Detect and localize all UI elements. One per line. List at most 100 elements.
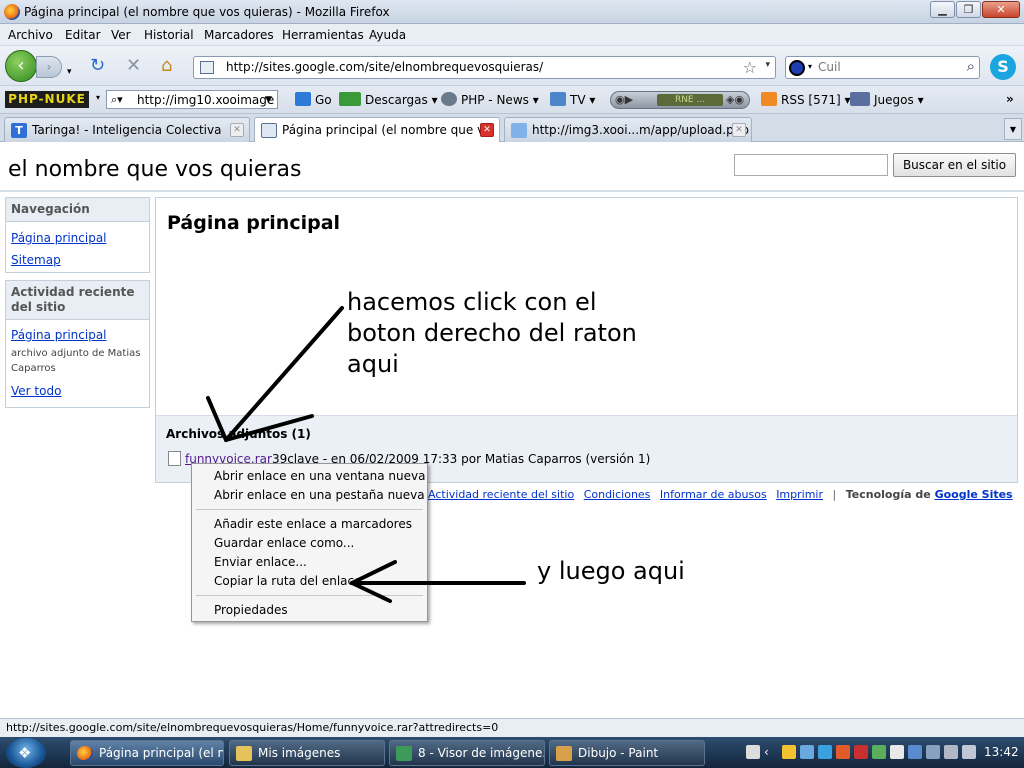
tab-pagina-principal[interactable]: Página principal (el nombre que v... ✕	[254, 117, 500, 143]
bookmark-descargas[interactable]: Descargas ▾	[339, 92, 438, 107]
annotation-line-1: hacemos click con el	[347, 288, 597, 316]
menu-marcadores[interactable]: Marcadores	[204, 28, 274, 42]
search-icon[interactable]: ⌕	[967, 57, 975, 75]
windows-logo-icon: ❖	[18, 744, 32, 762]
keyboard-icon[interactable]	[746, 745, 760, 759]
go-icon	[295, 92, 311, 106]
taskbar-clock[interactable]: 13:42	[984, 745, 1019, 759]
menu-herramientas[interactable]: Herramientas	[282, 28, 364, 42]
system-tray: ‹	[744, 740, 1024, 766]
site-search-input[interactable]	[734, 154, 888, 176]
search-input[interactable]	[818, 60, 958, 74]
engine-dropdown-icon[interactable]: ▾	[808, 62, 812, 71]
close-tab-icon[interactable]: ✕	[480, 123, 494, 137]
folder-icon	[236, 746, 252, 761]
toolbar-search-field[interactable]: ⌕▾ http://img10.xooimage ▼	[106, 90, 278, 109]
footer-link-activity[interactable]: Actividad reciente del sitio	[428, 488, 574, 501]
menu-separator	[196, 595, 423, 596]
url-dropdown-icon[interactable]: ▾	[765, 60, 770, 70]
tray-app-icon[interactable]	[926, 745, 940, 759]
menu-copy-link-location[interactable]: Copiar la ruta del enlace	[214, 574, 362, 588]
menu-ver[interactable]: Ver	[111, 28, 131, 42]
bookmark-php-news[interactable]: PHP - News ▾	[441, 92, 539, 107]
play-icon[interactable]: ◉▶	[615, 93, 633, 106]
reload-icon[interactable]: ↻	[90, 56, 105, 76]
phpnuke-logo[interactable]: PHP-NUKE	[5, 91, 89, 108]
toolbar-dropdown-icon[interactable]: ▾	[96, 93, 100, 102]
site-identity-icon[interactable]	[200, 61, 214, 74]
maximize-button[interactable]: ❐	[956, 1, 981, 18]
url-bar[interactable]: ☆ ▾	[193, 56, 776, 79]
footer-tech: Tecnología de Google Sites	[845, 488, 1013, 501]
menu-bookmark-link[interactable]: Añadir este enlace a marcadores	[214, 517, 412, 531]
taskbar-image-viewer[interactable]: 8 - Visor de imágene...	[389, 740, 545, 766]
menu-save-link[interactable]: Guardar enlace como...	[214, 536, 354, 550]
skype-icon[interactable]: S	[990, 54, 1016, 80]
annotation-second: y luego aqui	[537, 557, 685, 585]
close-tab-icon[interactable]: ✕	[230, 123, 244, 137]
stop-icon[interactable]: ✕	[126, 56, 141, 76]
tray-app-icon[interactable]	[872, 745, 886, 759]
activity-link[interactable]: Página principal	[6, 324, 149, 346]
window-titlebar: Página principal (el nombre que vos quie…	[0, 0, 1024, 24]
tray-app-icon[interactable]	[908, 745, 922, 759]
home-icon[interactable]: ⌂	[161, 56, 172, 76]
tab-list-button[interactable]: ▼	[1004, 118, 1022, 140]
skype-tray-icon[interactable]	[818, 745, 832, 759]
tray-app-icon[interactable]	[944, 745, 958, 759]
bookmarks-toolbar: PHP-NUKE ▾ ⌕▾ http://img10.xooimage ▼ Go…	[0, 86, 1024, 114]
taskbar-firefox[interactable]: Página principal (el n...	[70, 740, 224, 766]
close-tab-icon[interactable]: ✕	[732, 123, 746, 137]
url-input[interactable]	[226, 60, 726, 74]
menu-archivo[interactable]: Archivo	[8, 28, 53, 42]
google-sites-link[interactable]: Google Sites	[935, 488, 1013, 501]
tray-app-icon[interactable]	[854, 745, 868, 759]
taskbar-mis-imagenes[interactable]: Mis imágenes	[229, 740, 385, 766]
volume-icon[interactable]: ◈◉	[726, 93, 744, 106]
close-window-button[interactable]: ✕	[982, 1, 1020, 18]
bookmark-star-icon[interactable]: ☆	[743, 58, 757, 77]
search-engine-icon[interactable]	[789, 60, 805, 76]
menu-properties[interactable]: Propiedades	[214, 603, 288, 617]
footer-link-conditions[interactable]: Condiciones	[584, 488, 651, 501]
search-bar[interactable]: ▾ ⌕	[785, 56, 980, 79]
bookmarks-overflow-button[interactable]: »	[1006, 92, 1014, 106]
menu-send-link[interactable]: Enviar enlace...	[214, 555, 307, 569]
bookmark-tv[interactable]: TV ▾	[550, 92, 595, 107]
security-icon[interactable]	[782, 745, 796, 759]
bookmark-juegos[interactable]: Juegos ▾	[850, 92, 924, 107]
menu-ayuda[interactable]: Ayuda	[369, 28, 406, 42]
footer-link-print[interactable]: Imprimir	[776, 488, 823, 501]
forward-button[interactable]: ›	[36, 56, 62, 78]
tv-icon	[550, 92, 566, 106]
show-hidden-icons-icon[interactable]: ‹	[764, 745, 778, 759]
sidebar-link-sitemap[interactable]: Sitemap	[6, 249, 149, 271]
view-all-link[interactable]: Ver todo	[6, 380, 149, 402]
back-button[interactable]: ‹	[5, 50, 37, 82]
radio-player[interactable]: ◉▶ RNE ... ◈◉	[610, 91, 750, 109]
tab-upload[interactable]: http://img3.xooi...m/app/upload.php ✕	[504, 117, 752, 142]
history-dropdown-icon[interactable]: ▾	[67, 62, 72, 82]
menu-historial[interactable]: Historial	[144, 28, 194, 42]
sidebar-link-pagina-principal[interactable]: Página principal	[6, 227, 149, 249]
bookmark-rss[interactable]: RSS [571] ▾	[761, 92, 851, 107]
start-button[interactable]: ❖	[6, 738, 46, 768]
menu-bar: Archivo Editar Ver Historial Marcadores …	[0, 24, 1024, 46]
site-search-button[interactable]: Buscar en el sitio	[893, 153, 1016, 177]
antivirus-icon[interactable]	[836, 745, 850, 759]
tray-app-icon[interactable]	[890, 745, 904, 759]
attachments-title: Archivos adjuntos (1)	[166, 427, 311, 441]
taskbar-paint[interactable]: Dibujo - Paint	[549, 740, 705, 766]
tab-taringa[interactable]: T Taringa! - Inteligencia Colectiva ✕	[4, 117, 250, 142]
menu-open-new-window[interactable]: Abrir enlace en una ventana nueva	[214, 469, 425, 483]
chevron-down-icon[interactable]: ▼	[265, 95, 272, 105]
volume-icon[interactable]	[962, 745, 976, 759]
bookmark-go[interactable]: Go	[295, 92, 332, 107]
footer-link-report-abuse[interactable]: Informar de abusos	[660, 488, 767, 501]
minimize-button[interactable]: ▁	[930, 1, 955, 18]
status-bar: http://sites.google.com/site/elnombreque…	[0, 718, 1024, 737]
menu-open-new-tab[interactable]: Abrir enlace en una pestaña nueva	[214, 488, 425, 502]
news-icon	[441, 92, 457, 106]
menu-editar[interactable]: Editar	[65, 28, 101, 42]
network-icon[interactable]	[800, 745, 814, 759]
